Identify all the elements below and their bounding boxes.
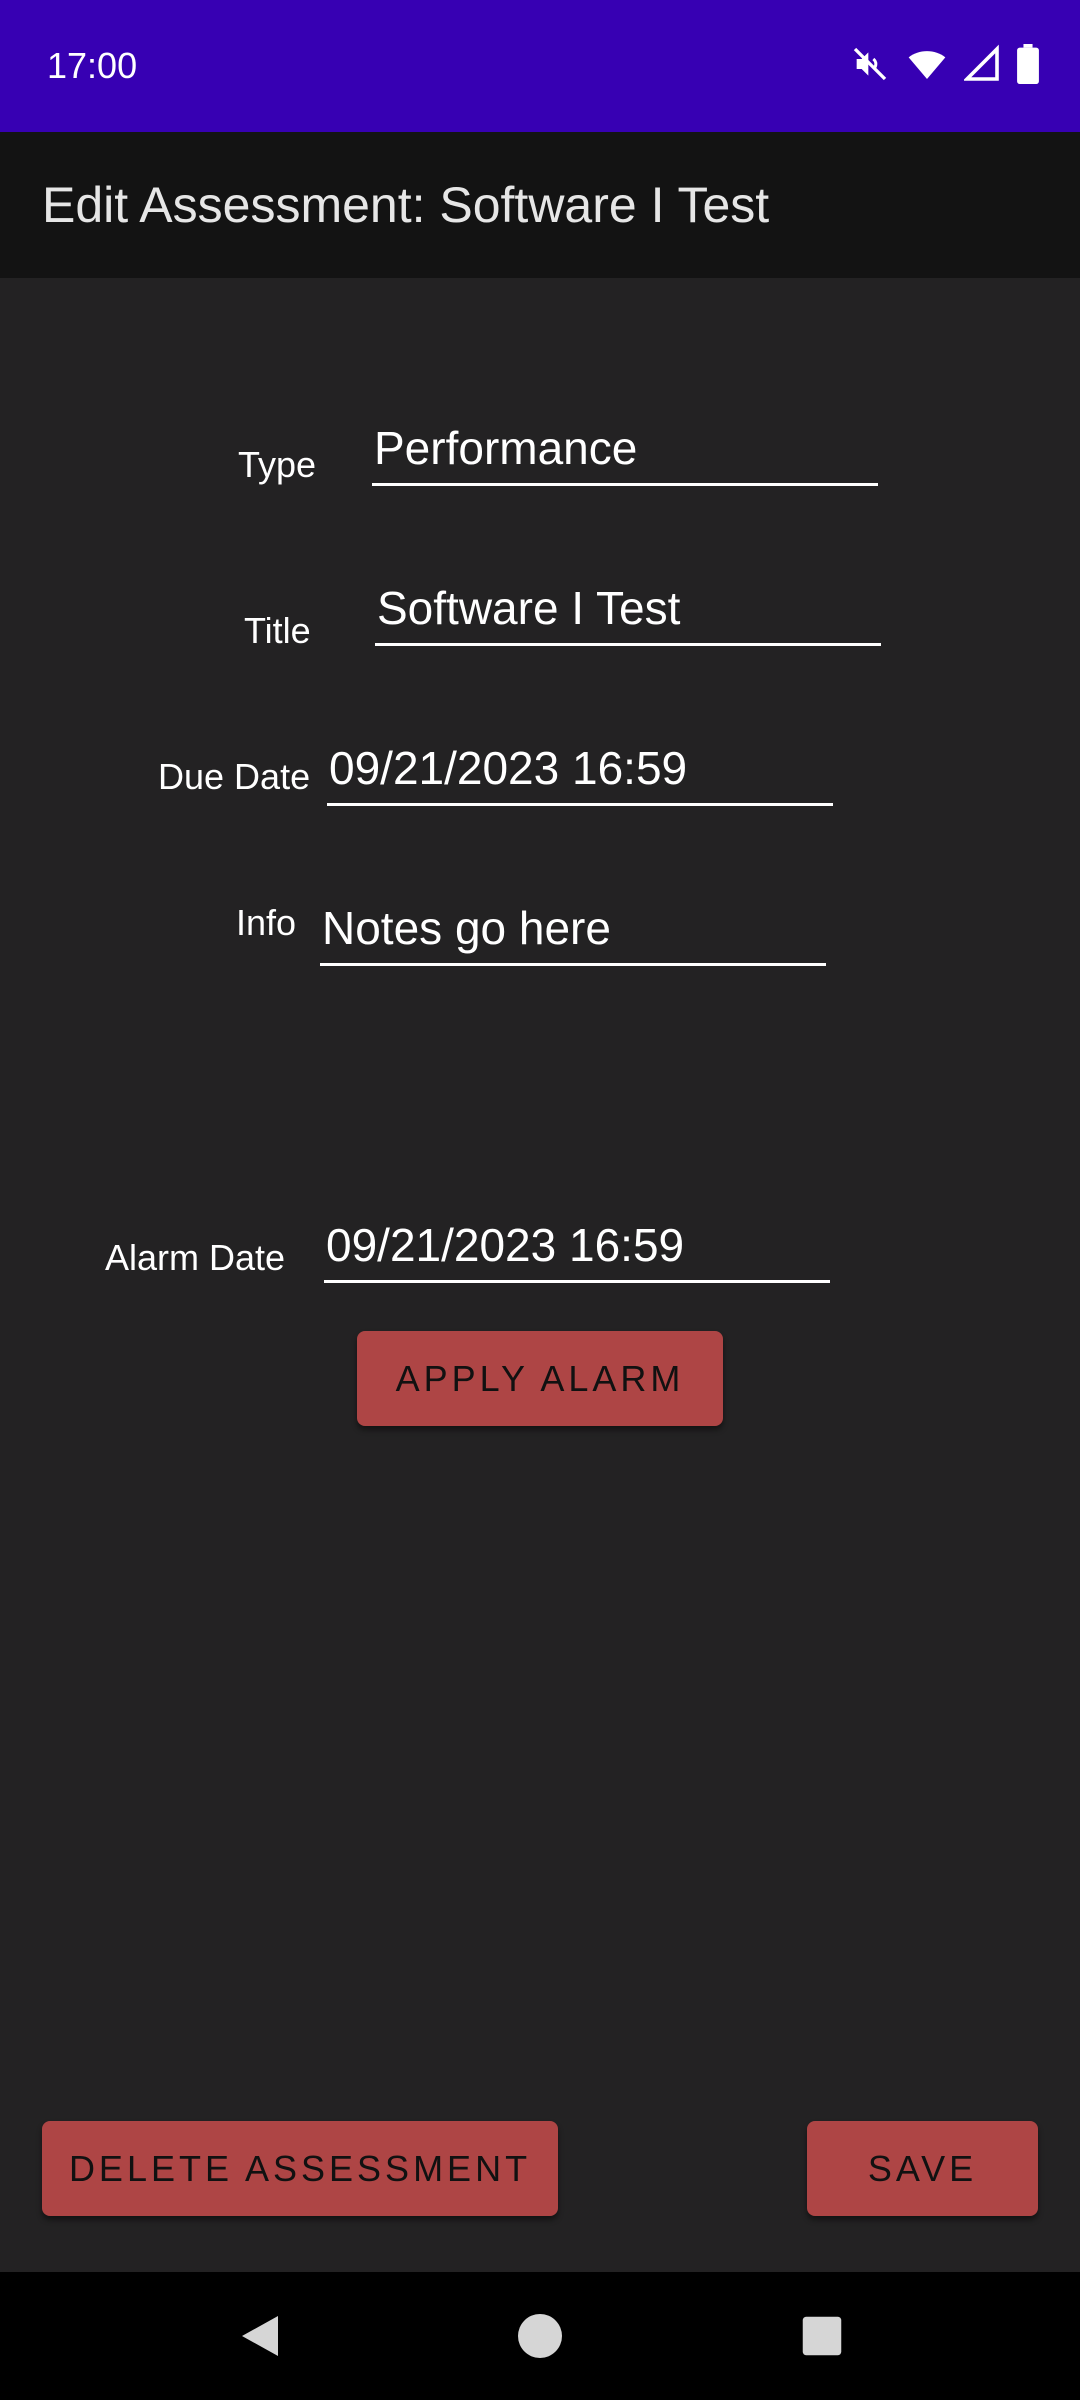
mute-icon [850, 44, 890, 89]
back-icon[interactable] [210, 2272, 310, 2400]
due-date-label: Due Date [158, 756, 311, 797]
status-bar: 17:00 [0, 0, 1080, 132]
apply-alarm-button[interactable]: APPLY ALARM [357, 1331, 723, 1426]
status-icons [850, 43, 1040, 89]
status-time: 17:00 [47, 45, 138, 86]
recents-icon[interactable] [772, 2272, 872, 2400]
type-field[interactable]: Performance [372, 420, 878, 486]
wifi-icon [906, 44, 948, 89]
home-icon[interactable] [490, 2272, 590, 2400]
title-label: Title [244, 610, 311, 651]
info-field[interactable]: Notes go here [320, 900, 826, 966]
due-date-field[interactable]: 09/21/2023 16:59 [327, 740, 833, 806]
info-label: Info [236, 902, 297, 943]
app-bar: Edit Assessment: Software I Test [0, 132, 1080, 278]
page-title: Edit Assessment: Software I Test [42, 177, 770, 233]
delete-assessment-button[interactable]: DELETE ASSESSMENT [42, 2121, 558, 2216]
screen: 17:00 Edit Assessment: Software I Test T… [0, 0, 1080, 2400]
alarm-date-field[interactable]: 09/21/2023 16:59 [324, 1217, 830, 1283]
alarm-date-label: Alarm Date [105, 1237, 286, 1278]
navigation-bar [0, 2272, 1080, 2400]
title-field[interactable]: Software I Test [375, 580, 881, 646]
save-button[interactable]: SAVE [807, 2121, 1038, 2216]
signal-icon [962, 44, 1000, 89]
type-label: Type [238, 444, 317, 485]
battery-icon [1016, 43, 1040, 89]
